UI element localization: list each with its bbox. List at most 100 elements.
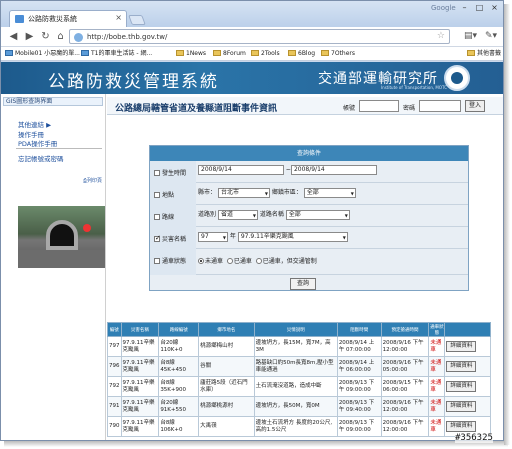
bookmark-label: 1News	[186, 50, 207, 57]
date-filter[interactable]: 發生時間	[150, 161, 196, 183]
bookmark-item[interactable]: T1的軍車生活誌 - 網...	[81, 49, 152, 59]
area-filter[interactable]: 地點	[150, 183, 196, 205]
login-button[interactable]: 登入	[465, 100, 485, 112]
password-input[interactable]	[419, 100, 461, 112]
sidebar-link-pda-manual[interactable]: PDA操作手冊	[18, 138, 57, 148]
site-icon	[81, 50, 89, 56]
cell-blocked: 2008/9/14 上午 06:00:00	[336, 356, 382, 377]
road-label: 路線	[162, 214, 175, 221]
disaster-checkbox[interactable]	[154, 234, 161, 242]
wrench-menu-icon[interactable]: ✎▾	[485, 31, 497, 41]
bookmark-folder[interactable]: 1News	[176, 49, 206, 59]
gis-interface-link[interactable]: GIS圖形查詢界面	[3, 97, 103, 106]
site-title: 公路防救災管理系統	[48, 72, 219, 92]
maximize-button[interactable]: □	[473, 3, 486, 13]
road-class-select[interactable]: 省道	[217, 209, 258, 220]
cell-place: 廬莊路5段（近石門水庫）	[198, 376, 255, 397]
home-icon[interactable]: ⌂	[54, 30, 67, 43]
account-label: 帳號	[343, 105, 356, 112]
globe-icon	[74, 33, 83, 42]
minimize-button[interactable]: –	[458, 3, 471, 13]
close-tab-icon[interactable]: ×	[115, 13, 122, 22]
status-checkbox[interactable]	[154, 258, 160, 264]
detail-button[interactable]: 詳細資料	[446, 381, 477, 392]
tunnel-photo	[18, 206, 105, 268]
other-bookmarks[interactable]: 其他書籤	[467, 49, 501, 59]
page-menu-icon[interactable]: ▤▾	[464, 31, 477, 41]
year-select[interactable]: 97	[198, 231, 228, 242]
nav-toolbar: ◀ ▶ ↻ ⌂ http://bobe.thb.gov.tw/ ☆ ▤▾ ✎▾	[1, 27, 503, 47]
title-bar: 公路防救災系統 × Google – □ ×	[1, 1, 503, 27]
bookmark-folder[interactable]: 2Tools	[251, 49, 280, 59]
radio-icon	[255, 258, 262, 264]
site-banner: 公路防救災管理系統 交通部運輸研究所 Institute of Transpor…	[1, 62, 503, 94]
query-button[interactable]: 查詢	[290, 278, 316, 290]
cell-blocked: 2008/9/13 下午 09:40:00	[336, 396, 382, 417]
bookmark-folder[interactable]: 6Blog	[288, 49, 315, 59]
close-window-button[interactable]: ×	[488, 3, 501, 13]
reload-icon[interactable]: ↻	[39, 30, 52, 43]
bookmark-label: 其他書籤	[477, 50, 502, 57]
folder-icon	[321, 50, 329, 56]
folder-icon	[251, 50, 259, 56]
address-bar[interactable]: http://bobe.thb.gov.tw/ ☆	[69, 29, 450, 44]
radio-not-open[interactable]: 未通車	[198, 258, 223, 265]
road-checkbox[interactable]	[154, 214, 160, 220]
forward-icon[interactable]: ▶	[23, 30, 36, 43]
table-row: 791 97.9.11辛樂克颱風 台20線 91K+550 桃源鄉桃源村 邊坡坍方，長5…	[107, 396, 491, 417]
road-filter[interactable]: 路線	[150, 205, 196, 227]
town-select[interactable]: 全部	[303, 187, 356, 198]
detail-button[interactable]: 詳細資料	[446, 401, 477, 412]
password-label: 密碼	[403, 105, 416, 112]
detail-button[interactable]: 詳細資料	[446, 341, 477, 352]
road-name-select[interactable]: 全部	[285, 209, 350, 220]
detail-button[interactable]: 詳細資料	[446, 361, 477, 372]
cell-eta: 2008/9/16 下午 12:00:00	[380, 396, 430, 417]
new-tab-button[interactable]	[128, 15, 146, 25]
site-icon	[5, 50, 13, 56]
sidebar-link-forgot[interactable]: 忘記帳號或密碼	[18, 153, 64, 163]
disaster-filter[interactable]: 災害名稱	[150, 227, 196, 249]
county-select[interactable]: 台北市	[217, 187, 270, 198]
cell-status: 未通車	[428, 336, 446, 357]
bookmark-label: 6Blog	[298, 50, 316, 57]
table-header-row: 編號 災害名稱 路線編號 鄉市地名 災情說明 阻斷時間 預定搶通時間 通車狀態	[107, 322, 491, 337]
watermark: #356325	[455, 433, 493, 443]
disaster-select[interactable]: 97.9.11辛樂克颱風	[237, 231, 348, 242]
account-input[interactable]	[359, 100, 399, 112]
detail-button[interactable]: 詳細資料	[446, 421, 477, 432]
col-desc: 災情說明	[253, 322, 338, 337]
google-label: Google	[431, 4, 456, 12]
back-icon[interactable]: ◀	[7, 30, 20, 43]
bookmark-star-icon[interactable]: ☆	[437, 31, 445, 41]
cell-route: 台20線 110K+0	[158, 336, 200, 357]
road-class-value: 省道	[220, 210, 233, 218]
favicon-icon	[15, 15, 24, 23]
cell-desc: 土石流淹沒道路，造成中斷	[253, 376, 338, 397]
date-checkbox[interactable]	[154, 170, 160, 176]
town-label: 鄉鎮市區：	[271, 189, 302, 196]
status-filter[interactable]: 通車狀態	[150, 249, 196, 275]
disaster-row: 災害名稱 97 年 97.9.11辛樂克颱風	[150, 227, 468, 249]
status-row: 通車狀態 未通車 已通車 已通車，但交通管制	[150, 249, 468, 275]
cell-id: 797	[107, 336, 122, 357]
area-label: 地點	[162, 192, 175, 199]
county-value: 台北市	[220, 188, 239, 196]
date-from-input[interactable]: 2008/9/14	[198, 165, 284, 175]
area-checkbox[interactable]	[154, 192, 160, 198]
folder-icon	[288, 50, 296, 56]
cell-id: 791	[107, 396, 122, 417]
sidebar-link-other[interactable]: 其他連結 ▶	[18, 119, 51, 129]
bookmark-folder[interactable]: 8Forum	[213, 49, 246, 59]
bookmark-folder[interactable]: 7Others	[321, 49, 355, 59]
county-label: 縣市：	[198, 189, 217, 196]
area-row: 地點 縣市： 台北市 鄉鎮市區： 全部	[150, 183, 468, 205]
radio-open-controlled[interactable]: 已通車，但交通管制	[255, 258, 317, 265]
print-link[interactable]: ⎙列印頁	[83, 177, 102, 184]
bookmark-item[interactable]: Mobile01 小惡魔的單...	[5, 49, 80, 59]
status-label: 通車狀態	[162, 258, 187, 265]
browser-tab[interactable]: 公路防救災系統 ×	[9, 10, 127, 27]
date-to-input[interactable]: 2008/9/14	[290, 165, 377, 175]
radio-open[interactable]: 已通車	[226, 258, 252, 265]
table-row: 792 97.9.11辛樂克颱風 台8線 35K+900 廬莊路5段（近石門水庫） 土石…	[107, 376, 491, 397]
